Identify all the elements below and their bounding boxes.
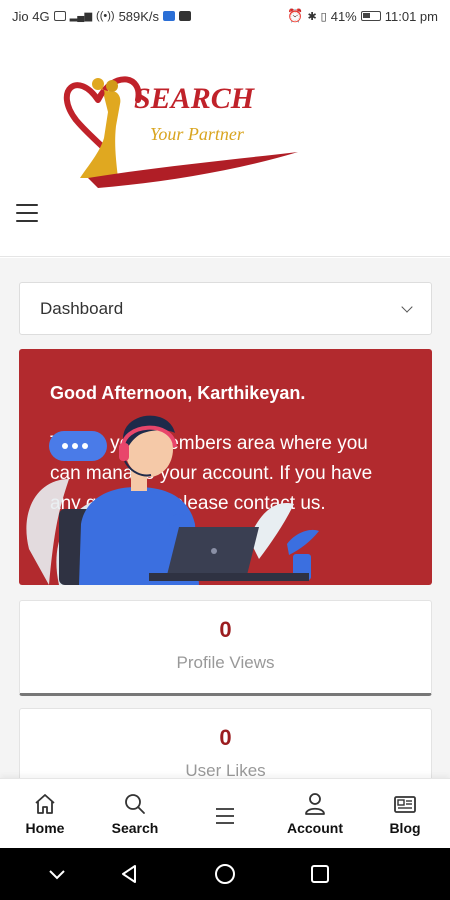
vibrate-icon: ▯	[320, 10, 327, 23]
site-logo[interactable]: SEARCH Your Partner	[58, 60, 308, 190]
network-speed: 589K/s	[118, 8, 160, 24]
profile-views-count: 0	[219, 617, 232, 642]
nav-blog-label: Blog	[389, 820, 421, 836]
battery-percent: 41%	[330, 8, 357, 24]
chevron-down-icon	[401, 300, 413, 313]
nav-account-label: Account	[287, 820, 343, 836]
support-agent-illustration	[26, 415, 319, 585]
select-value: Dashboard	[40, 298, 124, 318]
profile-views-label: Profile Views	[176, 653, 275, 672]
signal-icon: ▂▄▆	[69, 10, 93, 22]
system-navigation-bar	[0, 848, 450, 900]
bottom-navigation: Home Search Account Blog	[0, 778, 450, 848]
status-bar: Jio 4G ▂▄▆ ((•)) 589K/s ⏰ ✱ ▯ 41% 11:01 …	[0, 0, 450, 32]
home-circle-icon[interactable]	[213, 862, 237, 886]
clock-time: 11:01 pm	[384, 8, 438, 24]
search-icon	[125, 794, 145, 814]
dashboard-select[interactable]: Dashboard	[19, 282, 432, 335]
menu-icon	[216, 808, 234, 824]
nav-home[interactable]: Home	[0, 779, 90, 848]
carrier-text: Jio 4G	[12, 8, 50, 24]
volte-icon	[53, 11, 66, 21]
home-icon	[35, 794, 55, 814]
recents-icon[interactable]	[308, 862, 332, 886]
alarm-icon: ⏰	[287, 8, 304, 23]
nav-menu[interactable]	[180, 779, 270, 848]
app-notification-icon	[163, 11, 176, 21]
newspaper-icon	[394, 796, 416, 813]
nav-search-label: Search	[111, 820, 159, 836]
youtube-notification-icon	[179, 11, 192, 21]
hotspot-icon: ((•))	[96, 10, 115, 22]
user-icon	[305, 793, 325, 815]
hamburger-menu-icon[interactable]	[16, 204, 38, 222]
bluetooth-icon: ✱	[307, 10, 317, 23]
nav-search[interactable]: Search	[90, 779, 180, 848]
site-header: SEARCH Your Partner	[0, 32, 450, 257]
nav-blog[interactable]: Blog	[360, 779, 450, 848]
nav-account[interactable]: Account	[270, 779, 360, 848]
user-likes-label: User Likes	[185, 761, 266, 778]
back-icon[interactable]	[117, 862, 141, 886]
battery-icon	[360, 11, 381, 21]
logo-tagline: Your Partner	[150, 124, 245, 144]
user-likes-card[interactable]: 0 User Likes	[19, 708, 432, 778]
welcome-card: Good Afternoon, Karthikeyan. This is you…	[19, 349, 432, 585]
logo-text: SEARCH	[134, 82, 256, 115]
profile-views-card[interactable]: 0 Profile Views	[19, 600, 432, 696]
user-likes-count: 0	[219, 725, 232, 750]
dashboard-content: Dashboard Good Afternoon, Karthikeyan. T…	[0, 258, 450, 778]
nav-home-label: Home	[25, 820, 65, 836]
collapse-chevron-icon[interactable]	[45, 862, 69, 886]
